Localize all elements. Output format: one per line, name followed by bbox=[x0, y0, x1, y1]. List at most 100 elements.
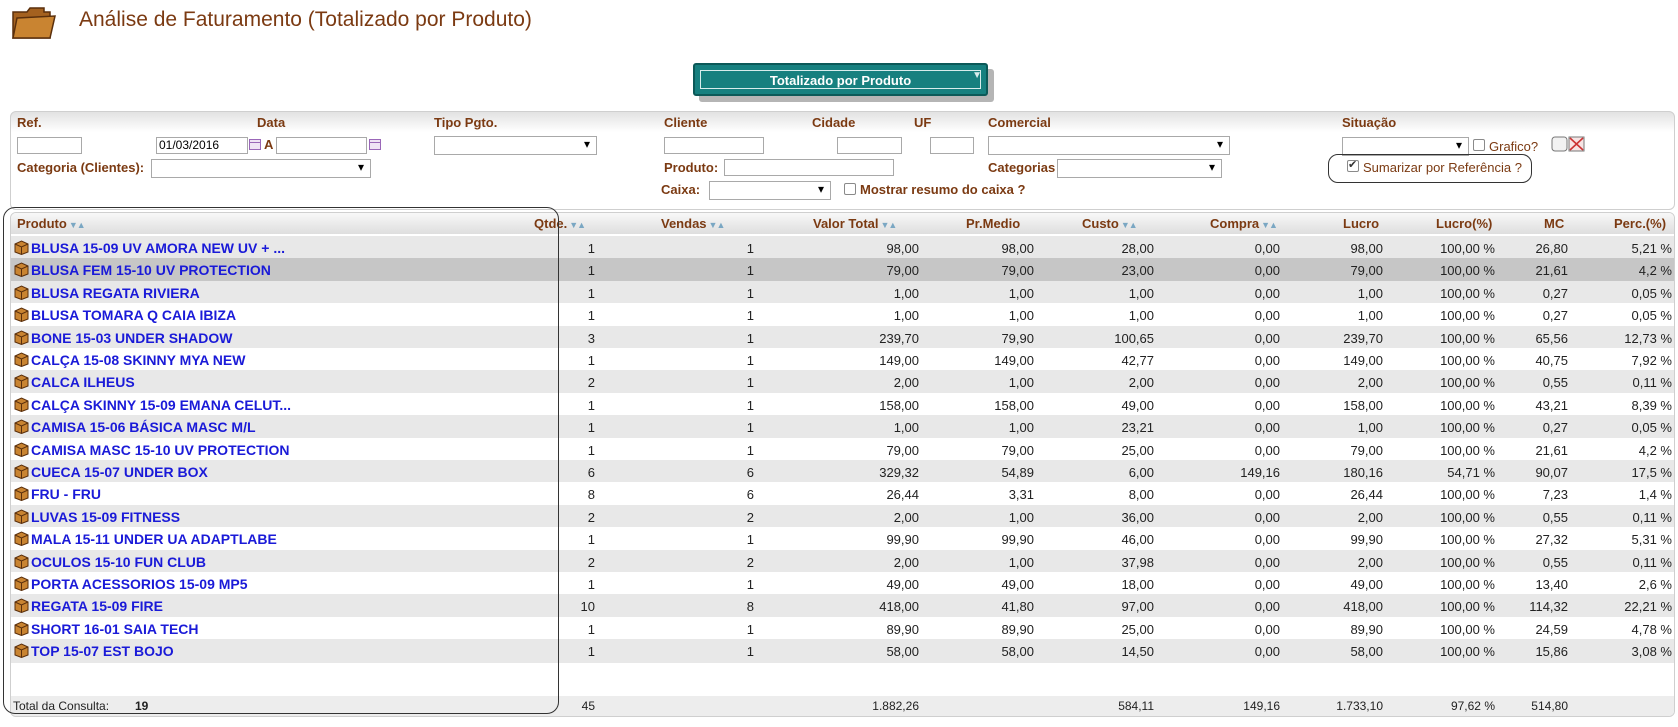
cell-qtde: 2 bbox=[587, 509, 595, 525]
tipo-pgto-select[interactable] bbox=[434, 136, 597, 155]
cell-lucro: 79,00 bbox=[1350, 442, 1383, 458]
col-lucro-pct[interactable]: Lucro(%) bbox=[1436, 216, 1492, 231]
cell-lucro-pct: 100,00 % bbox=[1440, 263, 1495, 279]
cell-lucro-pct: 100,00 % bbox=[1440, 420, 1495, 436]
cell-vendas: 1 bbox=[746, 375, 754, 391]
sort-icon[interactable]: ▼▲ bbox=[69, 220, 86, 230]
cell-lucro: 2,00 bbox=[1357, 509, 1383, 525]
table-row[interactable]: CAMISA MASC 15-10 UV PROTECTION 1 1 79,00 79… bbox=[11, 437, 1674, 462]
cell-lucro: 158,00 bbox=[1343, 397, 1383, 413]
product-link[interactable]: LUVAS 15-09 FITNESS bbox=[31, 509, 180, 525]
total-mc: 514,80 bbox=[1531, 699, 1568, 713]
product-link[interactable]: CUECA 15-07 UNDER BOX bbox=[31, 464, 208, 480]
cell-perc: 5,21 % bbox=[1631, 241, 1672, 256]
calendar-icon[interactable] bbox=[369, 139, 381, 150]
total-custo: 584,11 bbox=[1118, 699, 1154, 713]
date-to-input[interactable] bbox=[276, 137, 367, 154]
product-link[interactable]: TOP 15-07 EST BOJO bbox=[31, 643, 174, 659]
cell-lucro: 2,00 bbox=[1357, 554, 1383, 570]
cell-vendas: 1 bbox=[746, 397, 754, 413]
cell-pr-medio: 1,00 bbox=[1008, 420, 1034, 436]
table-row[interactable]: CALCA ILHEUS 2 1 2,00 1,00 2,00 0,00 2,00 100,00… bbox=[11, 370, 1674, 395]
caixa-select[interactable] bbox=[709, 181, 831, 200]
col-qtde[interactable]: Qtde. ▼▲ bbox=[534, 216, 586, 231]
chart-toggle-icon[interactable] bbox=[1551, 136, 1587, 154]
product-link[interactable]: PORTA ACESSORIOS 15-09 MP5 bbox=[31, 576, 248, 592]
cell-vendas: 8 bbox=[746, 599, 754, 615]
table-row[interactable]: MALA 15-11 UNDER UA ADAPTLABE 1 1 99,90 99,9… bbox=[11, 527, 1674, 552]
cell-lucro-pct: 100,00 % bbox=[1440, 599, 1495, 615]
cell-qtde: 1 bbox=[587, 397, 595, 413]
cell-pr-medio: 54,89 bbox=[1001, 465, 1034, 480]
categoria-clientes-select[interactable] bbox=[151, 159, 371, 178]
table-row[interactable]: BLUSA TOMARA Q CAIA IBIZA 1 1 1,00 1,00 1,00 0… bbox=[11, 303, 1674, 328]
calendar-icon[interactable] bbox=[249, 139, 261, 150]
date-from-input[interactable]: 01/03/2016 bbox=[156, 137, 248, 154]
cell-qtde: 1 bbox=[587, 353, 595, 368]
table-row[interactable]: BLUSA FEM 15-10 UV PROTECTION 1 1 79,00 79,0… bbox=[11, 258, 1674, 283]
sort-icon[interactable]: ▼▲ bbox=[1121, 220, 1138, 230]
table-row[interactable]: REGATA 15-09 FIRE 10 8 418,00 41,80 97,00 0,00… bbox=[11, 594, 1674, 619]
ref-input[interactable] bbox=[17, 137, 82, 154]
mostrar-resumo-checkbox[interactable] bbox=[844, 183, 856, 195]
grafico-checkbox[interactable] bbox=[1473, 139, 1485, 151]
product-link[interactable]: BLUSA 15-09 UV AMORA NEW UV + ... bbox=[31, 240, 285, 256]
col-custo[interactable]: Custo ▼▲ bbox=[1082, 216, 1138, 231]
table-row[interactable]: BLUSA 15-09 UV AMORA NEW UV + ... 1 1 98,00… bbox=[11, 236, 1674, 260]
product-link[interactable]: BONE 15-03 UNDER SHADOW bbox=[31, 330, 232, 346]
product-link[interactable]: FRU - FRU bbox=[31, 486, 101, 502]
cliente-input[interactable] bbox=[664, 137, 764, 154]
col-pr-medio[interactable]: Pr.Medio bbox=[966, 216, 1020, 231]
comercial-select[interactable] bbox=[988, 136, 1230, 155]
product-link[interactable]: OCULOS 15-10 FUN CLUB bbox=[31, 554, 206, 570]
product-link[interactable]: CAMISA MASC 15-10 UV PROTECTION bbox=[31, 442, 290, 458]
table-row[interactable]: LUVAS 15-09 FITNESS 2 2 2,00 1,00 36,00 0,00 2,… bbox=[11, 504, 1674, 529]
table-row[interactable]: BONE 15-03 UNDER SHADOW 3 1 239,70 79,90 100,… bbox=[11, 325, 1674, 350]
product-link[interactable]: CALÇA 15-08 SKINNY MYA NEW bbox=[31, 352, 245, 368]
table-row[interactable]: CUECA 15-07 UNDER BOX 6 6 329,32 54,89 6,00 14… bbox=[11, 460, 1674, 484]
view-mode-select[interactable]: Totalizado por Produto ▼ bbox=[693, 63, 988, 96]
cell-pr-medio: 98,00 bbox=[1001, 241, 1034, 256]
col-lucro[interactable]: Lucro bbox=[1343, 216, 1379, 231]
table-row[interactable]: SHORT 16-01 SAIA TECH 1 1 89,90 89,90 25,00 0,… bbox=[11, 616, 1674, 641]
cell-custo: 23,21 bbox=[1121, 420, 1154, 436]
table-row[interactable]: FRU - FRU 8 6 26,44 3,31 8,00 0,00 26,44 100,00 … bbox=[11, 482, 1674, 507]
col-mc[interactable]: MC bbox=[1544, 216, 1564, 231]
categoria-clientes-label: Categoria (Clientes): bbox=[17, 160, 145, 175]
sort-icon[interactable]: ▼▲ bbox=[1261, 220, 1278, 230]
table-row[interactable]: CALÇA 15-08 SKINNY MYA NEW 1 1 149,00 149,00… bbox=[11, 348, 1674, 372]
sort-icon[interactable]: ▼▲ bbox=[709, 220, 726, 230]
cell-lucro: 58,00 bbox=[1350, 644, 1383, 660]
table-row[interactable]: OCULOS 15-10 FUN CLUB 2 2 2,00 1,00 37,98 0,00… bbox=[11, 549, 1674, 574]
cell-lucro: 2,00 bbox=[1357, 375, 1383, 391]
cell-valor-total: 1,00 bbox=[893, 420, 919, 436]
product-link[interactable]: BLUSA TOMARA Q CAIA IBIZA bbox=[31, 307, 236, 323]
product-link[interactable]: MALA 15-11 UNDER UA ADAPTLABE bbox=[31, 531, 277, 547]
table-row[interactable]: TOP 15-07 EST BOJO 1 1 58,00 58,00 14,50 0,00 5… bbox=[11, 639, 1674, 664]
product-link[interactable]: SHORT 16-01 SAIA TECH bbox=[31, 621, 199, 637]
cell-pr-medio: 158,00 bbox=[994, 397, 1034, 413]
table-row[interactable]: CAMISA 15-06 BÁSICA MASC M/L 1 1 1,00 1,00 23… bbox=[11, 415, 1674, 440]
table-row[interactable]: CALÇA SKINNY 15-09 EMANA CELUT... 1 1 158,0… bbox=[11, 392, 1674, 417]
product-link[interactable]: CALÇA SKINNY 15-09 EMANA CELUT... bbox=[31, 397, 291, 413]
product-link[interactable]: REGATA 15-09 FIRE bbox=[31, 598, 163, 614]
product-link[interactable]: CAMISA 15-06 BÁSICA MASC M/L bbox=[31, 419, 256, 435]
cidade-input[interactable] bbox=[837, 137, 902, 154]
table-row[interactable]: BLUSA REGATA RIVIERA 1 1 1,00 1,00 1,00 0,00 1,… bbox=[11, 280, 1674, 305]
product-link[interactable]: BLUSA REGATA RIVIERA bbox=[31, 285, 200, 301]
table-row[interactable]: PORTA ACESSORIOS 15-09 MP5 1 1 49,00 49,00 18… bbox=[11, 572, 1674, 596]
product-link[interactable]: BLUSA FEM 15-10 UV PROTECTION bbox=[31, 262, 271, 278]
col-vendas[interactable]: Vendas ▼▲ bbox=[661, 216, 726, 231]
col-valor-total[interactable]: Valor Total ▼▲ bbox=[813, 216, 898, 231]
product-link[interactable]: CALCA ILHEUS bbox=[31, 374, 135, 390]
sort-icon[interactable]: ▼▲ bbox=[569, 220, 586, 230]
sort-icon[interactable]: ▼▲ bbox=[881, 220, 898, 230]
uf-input[interactable] bbox=[930, 137, 974, 154]
col-compra[interactable]: Compra ▼▲ bbox=[1210, 216, 1278, 231]
sumarizar-checkbox[interactable] bbox=[1347, 158, 1359, 172]
situacao-select[interactable] bbox=[1342, 137, 1469, 156]
col-perc[interactable]: Perc.(%) bbox=[1614, 216, 1666, 231]
col-produto[interactable]: Produto ▼▲ bbox=[17, 216, 86, 231]
categorias-select[interactable] bbox=[1057, 159, 1222, 178]
produto-input[interactable] bbox=[724, 159, 894, 176]
